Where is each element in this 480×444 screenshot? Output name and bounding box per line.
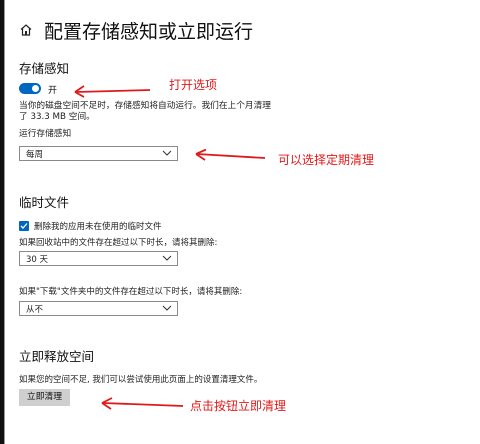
temp-files-heading: 临时文件 bbox=[19, 195, 70, 210]
storage-sense-toggle-label: 开 bbox=[48, 86, 58, 96]
run-frequency-select[interactable]: 每周 bbox=[19, 146, 178, 161]
storage-sense-description-2: 了 33.3 MB 空间。 bbox=[19, 112, 95, 122]
toggle-knob bbox=[32, 85, 39, 92]
annotation-open-option: 打开选项 bbox=[169, 78, 218, 92]
annotation-arrow-clean bbox=[99, 396, 185, 415]
clean-now-button[interactable]: 立即清理 bbox=[19, 389, 70, 406]
free-up-heading: 立即释放空间 bbox=[19, 349, 95, 364]
annotation-arrow-schedule bbox=[193, 148, 267, 167]
downloads-value: 从不 bbox=[26, 305, 44, 315]
left-edge-line bbox=[4, 0, 5, 444]
annotation-choose-schedule: 可以选择定期清理 bbox=[278, 153, 375, 167]
downloads-label: 如果"下载"文件夹中的文件存在超过以下时长，请将其删除: bbox=[19, 287, 243, 297]
recycle-bin-select[interactable]: 30 天 bbox=[19, 251, 178, 266]
chevron-down-icon bbox=[162, 254, 172, 262]
annotation-click-cleanup: 点击按钮立即清理 bbox=[190, 399, 287, 413]
delete-temp-files-label: 删除我的应用未在使用的临时文件 bbox=[34, 222, 162, 232]
recycle-bin-value: 30 天 bbox=[26, 255, 49, 265]
chevron-down-icon bbox=[162, 149, 172, 157]
page-title: 配置存储感知或立即运行 bbox=[44, 21, 254, 43]
storage-sense-heading: 存储感知 bbox=[19, 61, 70, 76]
storage-sense-description-1: 当你的磁盘空间不足时，存储感知将自动运行。我们在上个月清理 bbox=[19, 101, 271, 111]
home-icon[interactable] bbox=[18, 22, 34, 38]
annotation-arrow-open-option bbox=[72, 83, 152, 102]
storage-sense-toggle[interactable] bbox=[19, 83, 41, 94]
run-frequency-value: 每周 bbox=[26, 150, 44, 160]
run-storage-sense-label: 运行存储感知 bbox=[19, 129, 72, 139]
delete-temp-files-checkbox[interactable] bbox=[19, 221, 29, 231]
chevron-down-icon bbox=[162, 304, 172, 312]
recycle-bin-label: 如果回收站中的文件存在超过以下时长，请将其删除: bbox=[19, 238, 218, 248]
free-up-description: 如果您的空间不足, 我们可以尝试使用此页面上的设置清理文件。 bbox=[19, 375, 263, 385]
check-icon bbox=[20, 223, 28, 229]
downloads-select[interactable]: 从不 bbox=[19, 301, 178, 316]
